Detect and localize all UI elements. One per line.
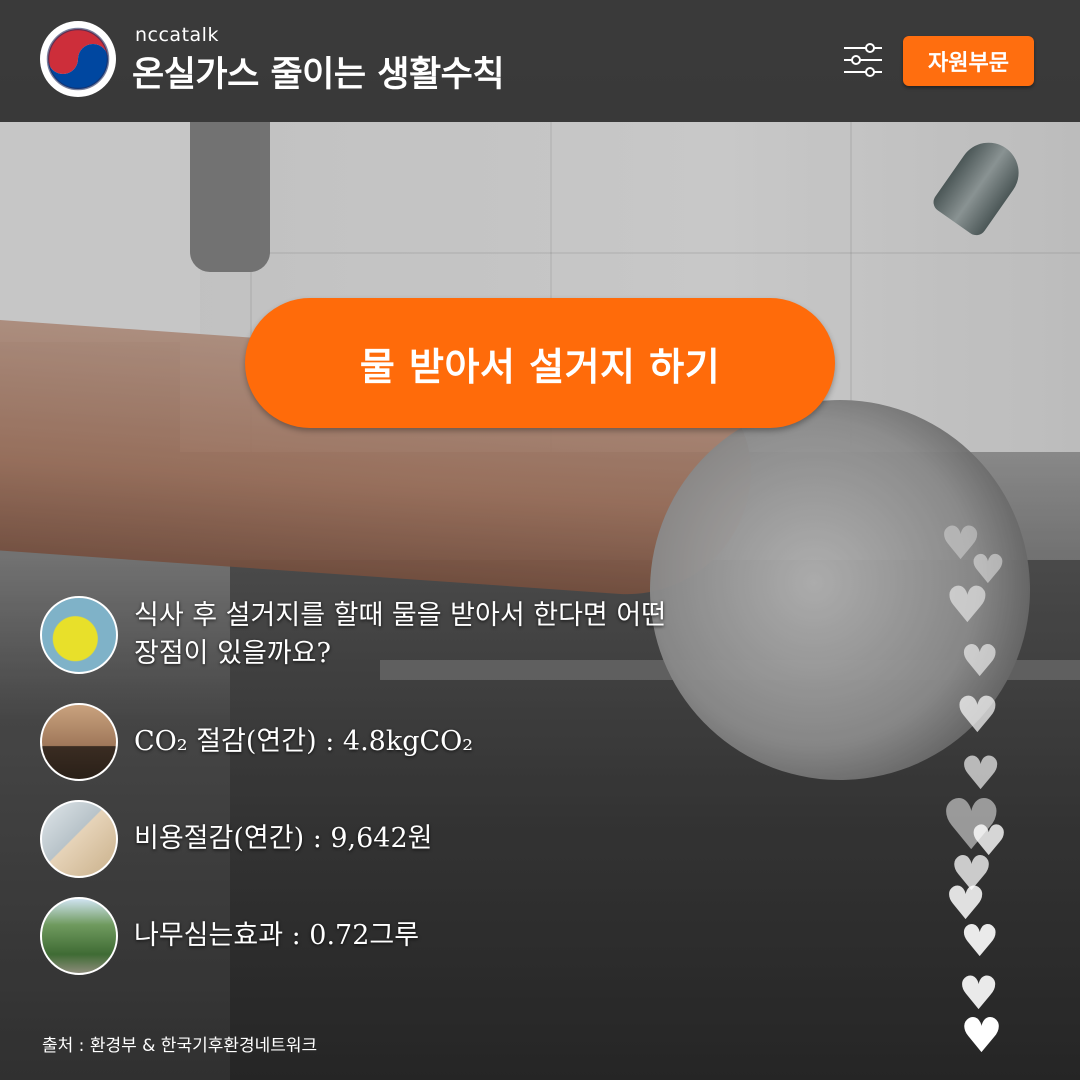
floating-hearts: ♥ ♥ ♥ ♥ ♥ ♥ ♥ ♥ ♥ ♥ ♥ ♥ ♥ bbox=[930, 520, 1050, 1080]
heart-icon: ♥ bbox=[960, 916, 1000, 967]
calculator-money-icon bbox=[40, 800, 118, 878]
co2-saving-text: CO₂ 절감(연간) : 4.8kgCO₂ bbox=[134, 726, 474, 757]
cleaning-glove-icon bbox=[40, 596, 118, 674]
co2-factory-icon bbox=[40, 703, 118, 781]
forest-tree-icon bbox=[40, 897, 118, 975]
filter-menu-icon[interactable] bbox=[842, 40, 884, 80]
headline-banner: 물 받아서 설거지 하기 bbox=[245, 298, 835, 428]
tree-effect-text: 나무심는효과 : 0.72그루 bbox=[134, 920, 420, 951]
source-credit: 출처 : 환경부 & 한국기후환경네트워크 bbox=[42, 1036, 318, 1056]
government-emblem-logo bbox=[40, 21, 116, 97]
fact-row: CO₂ 절감(연간) : 4.8kgCO₂ bbox=[40, 703, 473, 781]
heart-icon: ♥ bbox=[960, 636, 1000, 687]
cost-saving-text: 비용절감(연간) : 9,642원 bbox=[134, 823, 433, 854]
category-button[interactable]: 자원부문 bbox=[903, 36, 1034, 86]
site-subtitle: nccatalk bbox=[135, 24, 219, 46]
heart-icon: ♥ bbox=[960, 1008, 1004, 1064]
heart-icon: ♥ bbox=[945, 576, 990, 634]
heart-icon: ♥ bbox=[955, 686, 1000, 744]
header-bar: nccatalk 온실가스 줄이는 생활수칙 자원부문 bbox=[0, 0, 1080, 122]
question-text: 식사 후 설거지를 할때 물을 받아서 한다면 어떤 장점이 있을까요? bbox=[134, 600, 667, 669]
fact-row: 나무심는효과 : 0.72그루 bbox=[40, 897, 419, 975]
fact-row: 비용절감(연간) : 9,642원 bbox=[40, 800, 433, 878]
page-title: 온실가스 줄이는 생활수칙 bbox=[132, 55, 505, 95]
question-row: 식사 후 설거지를 할때 물을 받아서 한다면 어떤 장점이 있을까요? bbox=[40, 596, 694, 674]
